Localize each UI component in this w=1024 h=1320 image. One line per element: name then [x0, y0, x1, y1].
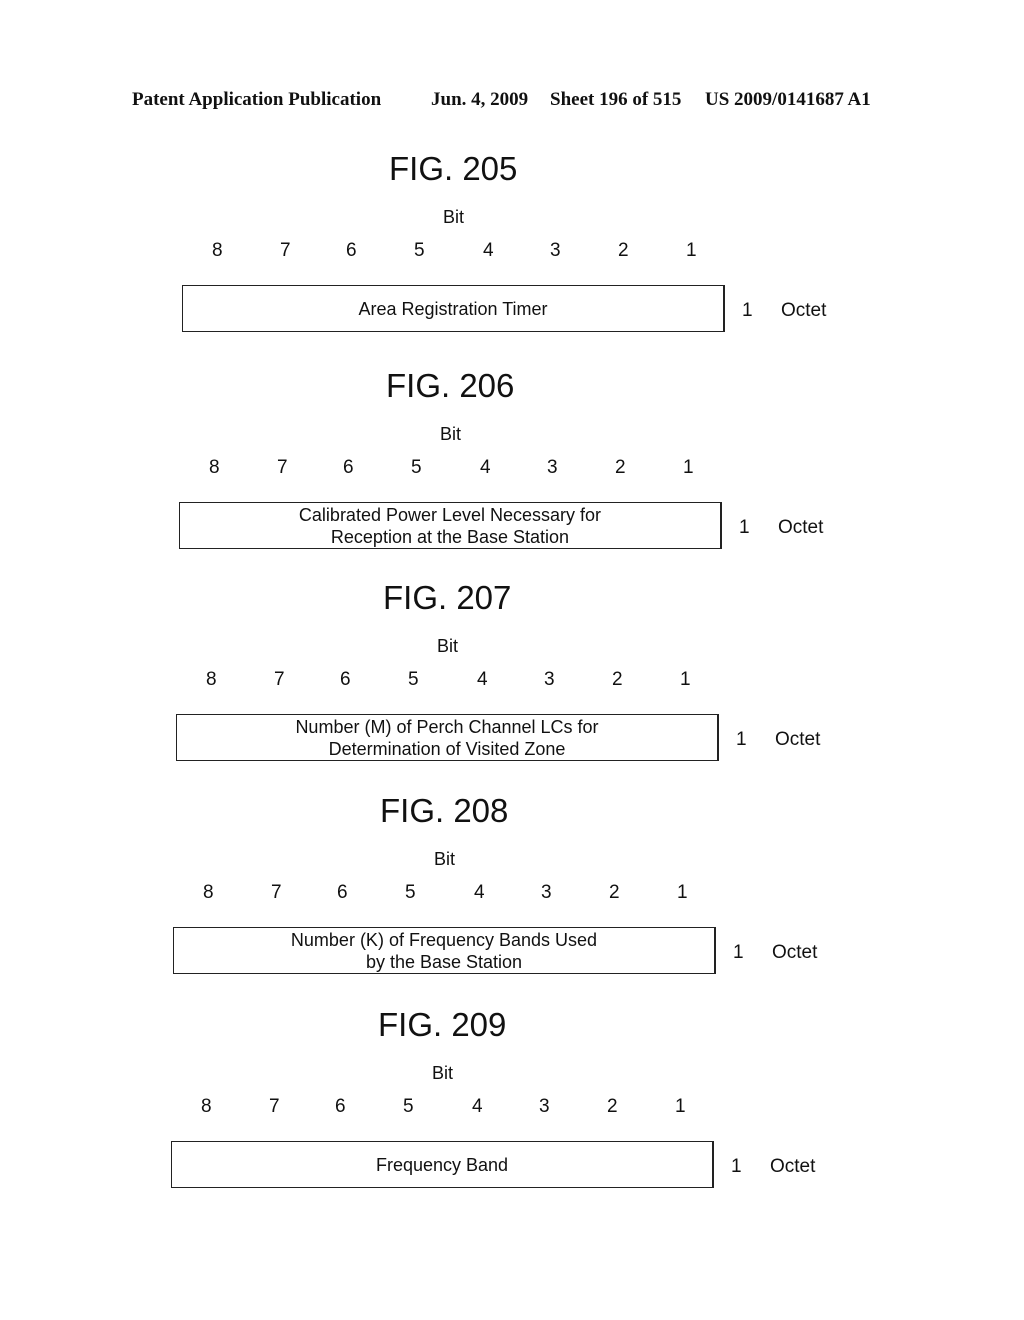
figure-title: FIG. 209	[378, 1006, 507, 1043]
bit-number: 1	[675, 1096, 686, 1117]
bit-number: 1	[680, 669, 691, 690]
octet-count: 1	[731, 1156, 742, 1177]
bit-label: Bit	[440, 424, 462, 444]
field-line-2: Reception at the Base Station	[330, 526, 570, 547]
bit-number: 3	[541, 882, 552, 903]
patent-number: US 2009/0141687 A1	[705, 89, 871, 110]
bit-number: 8	[212, 240, 223, 261]
bit-number: 8	[206, 669, 217, 690]
figure-title: FIG. 206	[386, 367, 515, 404]
octet-count: 1	[736, 729, 747, 750]
bit-number: 7	[271, 882, 282, 903]
bit-number: 6	[340, 669, 351, 690]
publication-date: Jun. 4, 2009	[431, 89, 529, 110]
bit-number: 7	[280, 240, 291, 261]
bit-number: 2	[618, 240, 629, 261]
bit-number: 2	[607, 1096, 618, 1117]
bit-number: 3	[539, 1096, 550, 1117]
octet-label: Octet	[778, 517, 824, 538]
octet-label: Octet	[770, 1156, 816, 1177]
bit-number: 5	[414, 240, 425, 261]
field-box: Area Registration Timer	[182, 285, 725, 332]
bit-number: 3	[544, 669, 555, 690]
bit-number: 5	[408, 669, 419, 690]
field-line-1: Area Registration Timer	[358, 298, 548, 319]
bit-number: 8	[201, 1096, 212, 1117]
bit-number: 7	[277, 457, 288, 478]
field-line-1: Calibrated Power Level Necessary for	[298, 504, 602, 525]
bit-number: 4	[472, 1096, 483, 1117]
bit-label: Bit	[443, 207, 465, 227]
field-box: Number (M) of Perch Channel LCs for Deter…	[176, 714, 719, 761]
field-line-2: by the Base Station	[365, 951, 523, 972]
bit-number: 4	[480, 457, 491, 478]
octet-count: 1	[739, 517, 750, 538]
bit-number: 6	[343, 457, 354, 478]
octet-label: Octet	[775, 729, 821, 750]
bit-number: 4	[483, 240, 494, 261]
sheet-number: Sheet 196 of 515	[550, 89, 682, 110]
field-line-1: Number (K) of Frequency Bands Used	[290, 929, 598, 950]
figure-title: FIG. 205	[389, 150, 518, 187]
bit-number: 1	[686, 240, 697, 261]
bit-number: 7	[269, 1096, 280, 1117]
figure-title: FIG. 207	[383, 579, 512, 616]
bit-number: 4	[477, 669, 488, 690]
field-line-1: Number (M) of Perch Channel LCs for	[295, 716, 599, 737]
bit-number: 5	[405, 882, 416, 903]
bit-number: 3	[550, 240, 561, 261]
field-line-2: Determination of Visited Zone	[328, 738, 566, 759]
bit-label: Bit	[432, 1063, 454, 1083]
octet-count: 1	[742, 300, 753, 321]
bit-label: Bit	[434, 849, 456, 869]
bit-number: 6	[337, 882, 348, 903]
bit-number: 8	[209, 457, 220, 478]
bit-number: 5	[411, 457, 422, 478]
bit-number: 6	[346, 240, 357, 261]
bit-number: 2	[615, 457, 626, 478]
bit-number: 1	[683, 457, 694, 478]
field-box: Frequency Band	[171, 1141, 714, 1188]
octet-count: 1	[733, 942, 744, 963]
bit-number: 6	[335, 1096, 346, 1117]
bit-number: 2	[612, 669, 623, 690]
field-box: Calibrated Power Level Necessary for Rece…	[179, 502, 722, 549]
publication-label: Patent Application Publication	[132, 89, 382, 110]
octet-label: Octet	[772, 942, 818, 963]
bit-number: 2	[609, 882, 620, 903]
field-box: Number (K) of Frequency Bands Used by the…	[173, 927, 716, 974]
figure-title: FIG. 208	[380, 792, 509, 829]
field-line-1: Frequency Band	[375, 1154, 509, 1175]
bit-number: 8	[203, 882, 214, 903]
octet-label: Octet	[781, 300, 827, 321]
bit-number: 3	[547, 457, 558, 478]
bit-number: 5	[403, 1096, 414, 1117]
bit-label: Bit	[437, 636, 459, 656]
bit-number: 4	[474, 882, 485, 903]
bit-number: 7	[274, 669, 285, 690]
bit-number: 1	[677, 882, 688, 903]
